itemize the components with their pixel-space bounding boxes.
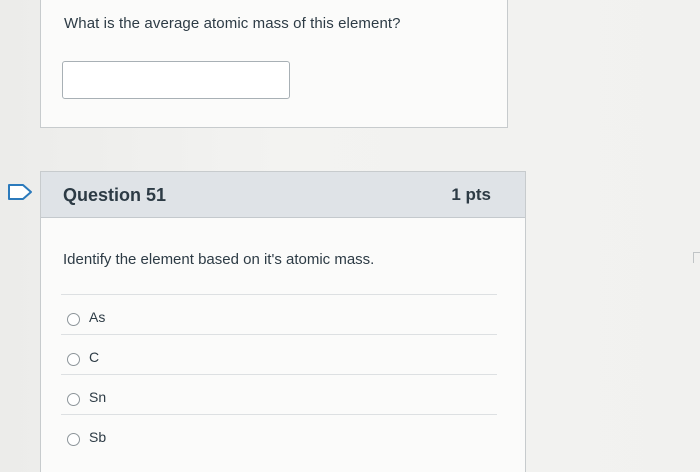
choice-sn[interactable]: Sn [61,374,497,414]
question-card: Question 51 1 pts Identify the element b… [40,171,526,472]
question-header: Question 51 1 pts [41,172,525,218]
radio-unselected-icon[interactable] [67,353,80,366]
bookmark-flag-icon[interactable] [7,184,33,200]
previous-question-text: What is the average atomic mass of this … [64,15,401,32]
choice-as[interactable]: As [61,294,497,334]
question-points: 1 pts [451,185,491,204]
choice-c[interactable]: C [61,334,497,374]
radio-unselected-icon[interactable] [67,313,80,326]
previous-question-card: What is the average atomic mass of this … [40,0,508,128]
answer-choices: As C Sn Sb [61,294,497,454]
quiz-page: What is the average atomic mass of this … [0,0,700,472]
choice-label: Sn [89,389,107,405]
radio-unselected-icon[interactable] [67,433,80,446]
question-prompt: Identify the element based on it's atomi… [63,251,375,268]
radio-unselected-icon[interactable] [67,393,80,406]
choice-label: C [89,349,100,365]
question-title: Question 51 [63,185,167,205]
edge-fragment [693,252,700,263]
answer-input[interactable] [62,61,290,99]
choice-label: Sb [89,429,107,445]
choice-label: As [89,309,106,325]
choice-sb[interactable]: Sb [61,414,497,454]
